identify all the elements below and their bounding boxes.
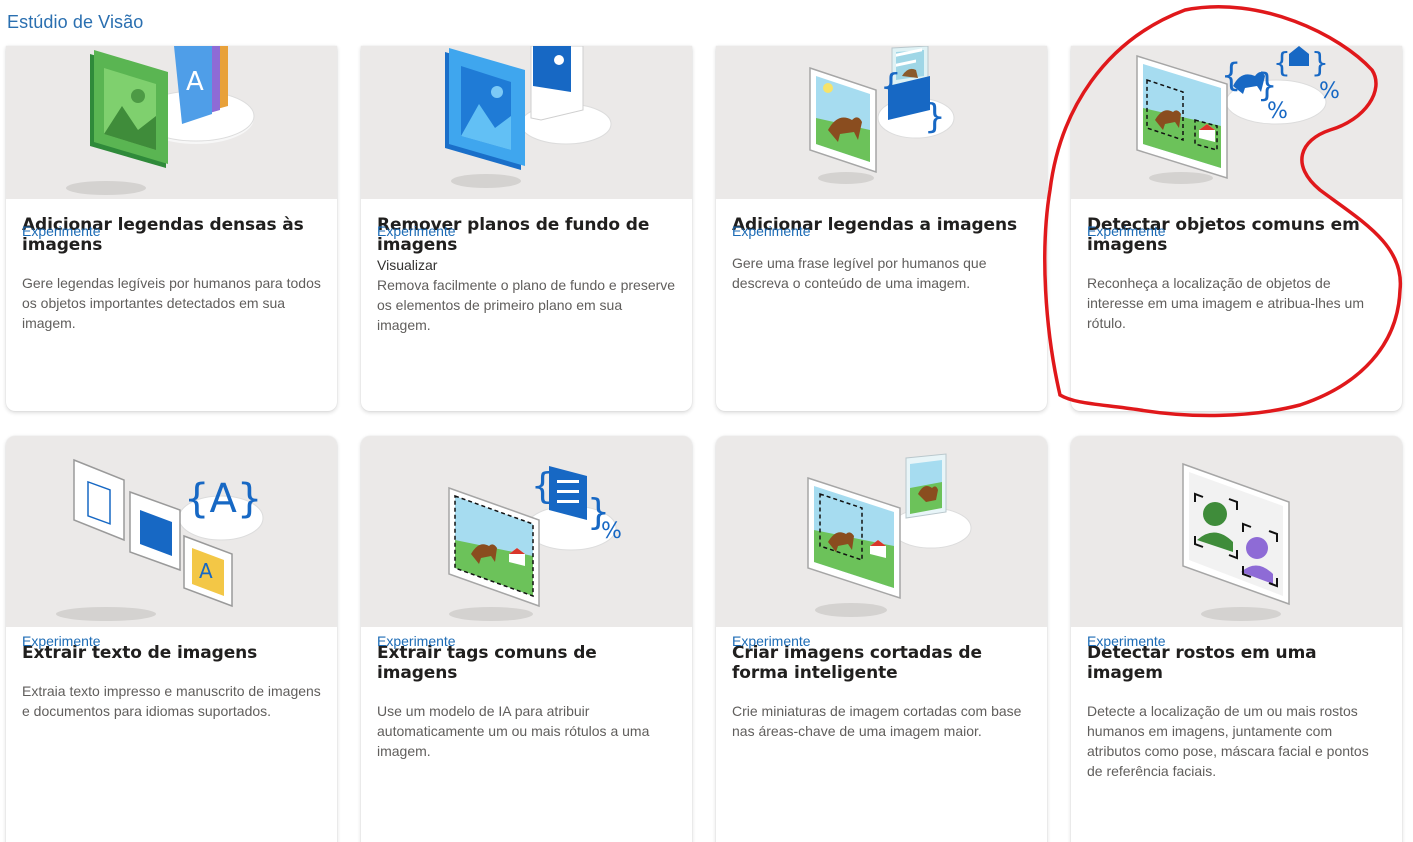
scenario-card-image-caption[interactable]: { } Adicionar legendas a imagens Gere um… bbox=[716, 46, 1047, 411]
card-description: Crie miniaturas de imagem cortadas com b… bbox=[732, 703, 1022, 739]
ocr-illustration: {A} A bbox=[6, 436, 337, 627]
svg-text:}: } bbox=[1311, 46, 1329, 79]
try-it-link[interactable]: Experimente bbox=[22, 223, 101, 239]
try-it-link[interactable]: Experimente bbox=[22, 633, 101, 649]
scenario-card-background-removal[interactable]: Remover planos de fundo de imagens Visua… bbox=[361, 46, 692, 411]
try-it-link[interactable]: Experimente bbox=[732, 633, 811, 649]
try-it-link[interactable]: Experimente bbox=[1087, 633, 1166, 649]
card-description: Gere uma frase legível por humanos que d… bbox=[732, 255, 987, 291]
dense-captions-illustration: A bbox=[6, 46, 337, 199]
svg-text:%: % bbox=[601, 519, 622, 544]
try-it-link[interactable]: Experimente bbox=[732, 223, 811, 239]
scenario-card-ocr[interactable]: {A} A Extrair texto de imagens Extraia t… bbox=[6, 436, 337, 842]
smart-crop-illustration bbox=[716, 436, 1047, 627]
svg-text:{A}: {A} bbox=[184, 476, 262, 522]
scenario-card-object-detection[interactable]: { } % { } % Detectar objetos comuns em i… bbox=[1071, 46, 1402, 411]
tagging-illustration: { } % bbox=[361, 436, 692, 627]
try-it-link[interactable]: Experimente bbox=[377, 633, 456, 649]
scenario-card-dense-captions[interactable]: A Adicionar legendas densas às imagens G… bbox=[6, 46, 337, 411]
scenario-card-tagging[interactable]: { } % Extrair tags comuns de imagens Use… bbox=[361, 436, 692, 842]
svg-text:A: A bbox=[199, 559, 213, 583]
card-description: Extraia texto impresso e manuscrito de i… bbox=[22, 683, 321, 719]
try-it-link[interactable]: Experimente bbox=[377, 223, 456, 239]
card-description: Remova facilmente o plano de fundo e pre… bbox=[377, 277, 676, 333]
card-description: Gere legendas legíveis por humanos para … bbox=[22, 275, 321, 331]
preview-label: Visualizar bbox=[377, 257, 438, 273]
svg-text:{: { bbox=[1273, 46, 1291, 79]
card-description: Reconheça a localização de objetos de in… bbox=[1087, 275, 1365, 331]
scenario-grid: A Adicionar legendas densas às imagens G… bbox=[0, 0, 1413, 842]
card-description: Detecte a localização de um ou mais rost… bbox=[1087, 703, 1369, 779]
svg-text:A: A bbox=[186, 67, 204, 97]
card-description: Use um modelo de IA para atribuir automa… bbox=[377, 703, 650, 759]
svg-text:%: % bbox=[1267, 99, 1288, 124]
scenario-card-smart-crop[interactable]: Criar imagens cortadas de forma intelige… bbox=[716, 436, 1047, 842]
background-removal-illustration bbox=[361, 46, 692, 199]
card-title: Criar imagens cortadas de forma intelige… bbox=[732, 643, 982, 683]
scenario-card-face-detection[interactable]: Detectar rostos em uma imagem Detecte a … bbox=[1071, 436, 1402, 842]
face-detection-illustration bbox=[1071, 436, 1402, 627]
card-title: Detectar rostos em uma imagem bbox=[1087, 643, 1317, 683]
svg-text:%: % bbox=[1319, 79, 1340, 104]
card-title: Extrair tags comuns de imagens bbox=[377, 643, 597, 683]
object-detection-illustration: { } % { } % bbox=[1071, 46, 1402, 199]
try-it-link[interactable]: Experimente bbox=[1087, 223, 1166, 239]
image-caption-illustration: { } bbox=[716, 46, 1047, 199]
